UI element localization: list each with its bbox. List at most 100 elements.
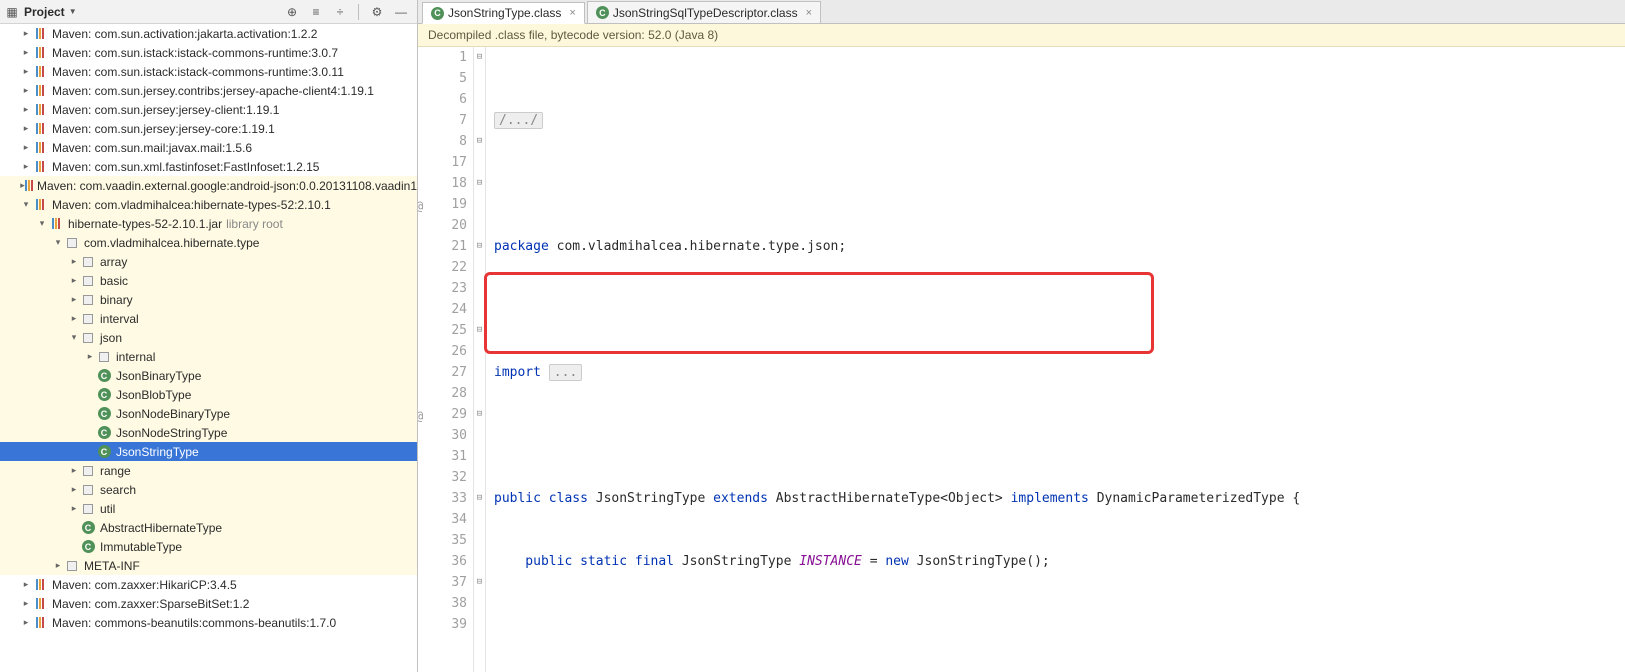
tree-item[interactable]: CJsonBlobType [0, 385, 417, 404]
tree-item[interactable]: Maven: com.vladmihalcea:hibernate-types-… [0, 195, 417, 214]
code-editor[interactable]: 15678171819@20212223242526272829@3031323… [418, 47, 1625, 672]
fold-placeholder[interactable]: /.../ [494, 112, 543, 129]
fold-mark[interactable] [474, 68, 485, 89]
tree-arrow-icon[interactable] [20, 199, 32, 210]
tree-arrow-icon[interactable] [20, 47, 32, 58]
locate-icon[interactable]: ⊕ [284, 4, 300, 20]
fold-mark[interactable] [474, 551, 485, 572]
tree-item[interactable]: Maven: com.sun.jersey:jersey-client:1.19… [0, 100, 417, 119]
tree-arrow-icon[interactable] [20, 123, 32, 134]
tree-arrow-icon[interactable] [20, 85, 32, 96]
tree-item[interactable]: binary [0, 290, 417, 309]
fold-mark[interactable] [474, 362, 485, 383]
tree-arrow-icon[interactable] [68, 332, 80, 343]
tree-item[interactable]: Maven: com.sun.mail:javax.mail:1.5.6 [0, 138, 417, 157]
project-tree[interactable]: Maven: com.sun.activation:jakarta.activa… [0, 24, 417, 672]
tree-item[interactable]: Maven: com.sun.jersey.contribs:jersey-ap… [0, 81, 417, 100]
fold-imports[interactable]: ... [549, 364, 582, 381]
tree-item[interactable]: interval [0, 309, 417, 328]
tree-arrow-icon[interactable] [20, 28, 32, 39]
tree-arrow-icon[interactable] [68, 256, 80, 267]
project-view-dropdown[interactable]: ▼ [69, 7, 77, 16]
tree-arrow-icon[interactable] [68, 465, 80, 476]
fold-mark[interactable]: ⊟ [474, 320, 485, 341]
fold-mark[interactable] [474, 299, 485, 320]
fold-mark[interactable] [474, 257, 485, 278]
tree-item[interactable]: Maven: com.sun.istack:istack-commons-run… [0, 43, 417, 62]
gutter-annotation-icon[interactable]: @ [418, 196, 423, 217]
fold-mark[interactable] [474, 383, 485, 404]
fold-mark[interactable] [474, 530, 485, 551]
tree-item[interactable]: Maven: com.zaxxer:HikariCP:3.4.5 [0, 575, 417, 594]
fold-mark[interactable] [474, 425, 485, 446]
tree-item[interactable]: json [0, 328, 417, 347]
tree-arrow-icon[interactable] [20, 142, 32, 153]
tree-item[interactable]: Maven: com.sun.jersey:jersey-core:1.19.1 [0, 119, 417, 138]
fold-mark[interactable] [474, 152, 485, 173]
code-content[interactable]: /.../ package com.vladmihalcea.hibernate… [486, 47, 1625, 672]
fold-mark[interactable] [474, 89, 485, 110]
fold-mark[interactable] [474, 467, 485, 488]
gear-icon[interactable]: ⚙ [369, 4, 385, 20]
tree-item[interactable]: Maven: com.sun.istack:istack-commons-run… [0, 62, 417, 81]
fold-mark[interactable] [474, 110, 485, 131]
tree-item[interactable]: CJsonNodeBinaryType [0, 404, 417, 423]
tree-item[interactable]: Maven: com.vaadin.external.google:androi… [0, 176, 417, 195]
tree-item[interactable]: CJsonBinaryType [0, 366, 417, 385]
close-icon[interactable]: × [806, 7, 812, 19]
tree-item[interactable]: search [0, 480, 417, 499]
tree-item[interactable]: Maven: com.sun.activation:jakarta.activa… [0, 24, 417, 43]
fold-mark[interactable]: ⊟ [474, 572, 485, 593]
tree-arrow-icon[interactable] [68, 484, 80, 495]
fold-mark[interactable]: ⊟ [474, 173, 485, 194]
tree-item[interactable]: CJsonNodeStringType [0, 423, 417, 442]
tree-item[interactable]: basic [0, 271, 417, 290]
tree-arrow-icon[interactable] [68, 294, 80, 305]
tree-item[interactable]: CImmutableType [0, 537, 417, 556]
tree-item[interactable]: com.vladmihalcea.hibernate.type [0, 233, 417, 252]
fold-mark[interactable] [474, 446, 485, 467]
fold-mark[interactable]: ⊟ [474, 47, 485, 68]
tree-item[interactable]: util [0, 499, 417, 518]
tree-arrow-icon[interactable] [68, 503, 80, 514]
fold-mark[interactable]: ⊟ [474, 236, 485, 257]
fold-mark[interactable] [474, 614, 485, 635]
tree-arrow-icon[interactable] [84, 351, 96, 362]
tree-arrow-icon[interactable] [68, 313, 80, 324]
fold-mark[interactable] [474, 278, 485, 299]
fold-mark[interactable]: ⊟ [474, 488, 485, 509]
collapse-icon[interactable]: ÷ [332, 4, 348, 20]
gutter-annotation-icon[interactable]: @ [418, 406, 423, 427]
tree-item[interactable]: CAbstractHibernateType [0, 518, 417, 537]
tree-item[interactable]: META-INF [0, 556, 417, 575]
expand-icon[interactable]: ≡ [308, 4, 324, 20]
tree-item[interactable]: internal [0, 347, 417, 366]
tree-item[interactable]: Maven: commons-beanutils:commons-beanuti… [0, 613, 417, 632]
tree-arrow-icon[interactable] [36, 218, 48, 229]
tree-arrow-icon[interactable] [20, 598, 32, 609]
fold-gutter[interactable]: ⊟ ⊟ ⊟ ⊟ ⊟ ⊟ ⊟ ⊟ [474, 47, 486, 672]
tree-item[interactable]: CJsonStringType [0, 442, 417, 461]
tree-arrow-icon[interactable] [20, 161, 32, 172]
editor-tab[interactable]: CJsonStringSqlTypeDescriptor.class× [587, 1, 821, 23]
fold-mark[interactable]: ⊟ [474, 404, 485, 425]
tree-arrow-icon[interactable] [20, 617, 32, 628]
editor-tab[interactable]: CJsonStringType.class× [422, 2, 585, 24]
fold-mark[interactable] [474, 215, 485, 236]
fold-mark[interactable] [474, 509, 485, 530]
close-icon[interactable]: × [569, 7, 575, 19]
tree-arrow-icon[interactable] [20, 104, 32, 115]
hide-icon[interactable]: — [393, 4, 409, 20]
tree-arrow-icon[interactable] [20, 579, 32, 590]
tree-item[interactable]: array [0, 252, 417, 271]
tree-item[interactable]: range [0, 461, 417, 480]
fold-mark[interactable]: ⊟ [474, 131, 485, 152]
tree-arrow-icon[interactable] [52, 237, 64, 248]
tree-arrow-icon[interactable] [20, 66, 32, 77]
tree-arrow-icon[interactable] [52, 560, 64, 571]
tree-item[interactable]: Maven: com.sun.xml.fastinfoset:FastInfos… [0, 157, 417, 176]
tree-arrow-icon[interactable] [68, 275, 80, 286]
tree-item[interactable]: Maven: com.zaxxer:SparseBitSet:1.2 [0, 594, 417, 613]
tree-item[interactable]: hibernate-types-52-2.10.1.jarlibrary roo… [0, 214, 417, 233]
fold-mark[interactable] [474, 593, 485, 614]
